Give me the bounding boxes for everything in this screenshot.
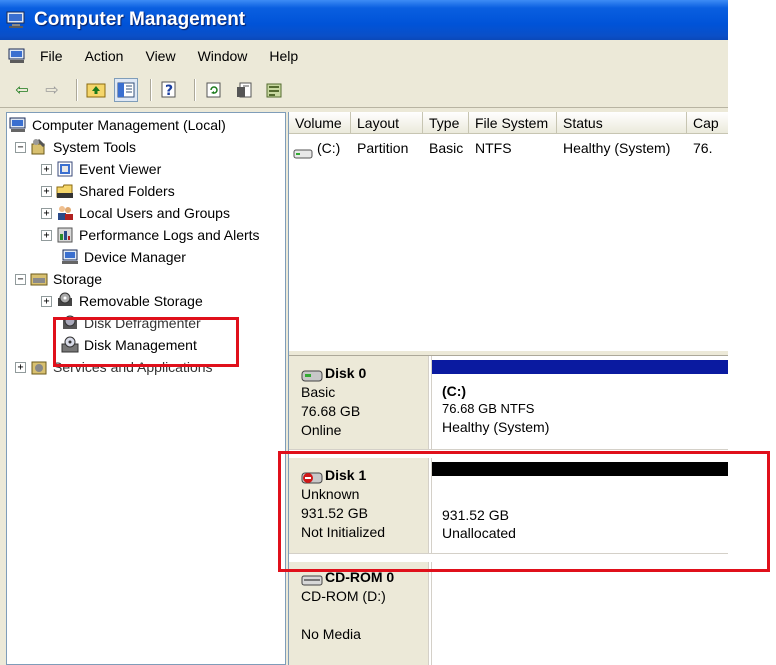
expand-icon[interactable]: + — [41, 207, 52, 219]
console-tree[interactable]: Computer Management (Local) − System Too… — [6, 112, 286, 665]
disk-row[interactable]: CD-ROM 0 CD-ROM (D:) No Media — [289, 562, 728, 665]
menu-bar: File Action View Window Help — [0, 43, 728, 69]
column-header-status[interactable]: Status — [557, 112, 687, 133]
tree-item-label: Removable Storage — [79, 293, 203, 309]
expand-icon[interactable]: + — [41, 229, 52, 241]
show-hide-tree-icon[interactable] — [114, 77, 138, 102]
system-tools-icon — [30, 138, 48, 156]
tree-item-computer-management[interactable]: Computer Management (Local) — [9, 114, 226, 136]
tree-item-label: Event Viewer — [79, 161, 162, 177]
volume-list-header: Volume Layout Type File System Status Ca… — [289, 112, 728, 134]
tree-item-label: Performance Logs and Alerts — [79, 227, 260, 243]
services-and-applications-icon — [30, 358, 48, 376]
tree-item-storage[interactable]: − Storage — [15, 268, 102, 290]
capacity-cell: 76. — [693, 140, 713, 156]
tree-item-label: Computer Management (Local) — [32, 117, 226, 133]
computer-icon — [9, 116, 27, 134]
forward-arrow-icon[interactable]: ⇨ — [40, 78, 64, 102]
primary-partition-bar — [432, 360, 728, 374]
cd-rom-icon — [301, 572, 323, 585]
disk-name: Disk 0 — [301, 364, 428, 383]
partition-c[interactable]: (C:) 76.68 GB NTFS Healthy (System) — [431, 356, 728, 449]
event-viewer-icon — [56, 160, 74, 178]
collapse-icon[interactable]: − — [15, 273, 26, 285]
volume-name: (C:) — [317, 140, 341, 156]
menu-action[interactable]: Action — [85, 48, 124, 64]
tree-item-label: System Tools — [53, 139, 136, 155]
export-list-icon[interactable] — [262, 78, 286, 102]
tree-item-label: Storage — [53, 271, 103, 287]
tree-item-event-viewer[interactable]: + Event Viewer — [41, 158, 161, 180]
removable-storage-icon — [56, 292, 74, 310]
disk-state: No Media — [301, 626, 361, 642]
collapse-icon[interactable]: − — [15, 141, 26, 153]
layout-cell: Partition — [357, 140, 409, 156]
title-bar[interactable]: Computer Management — [0, 0, 728, 40]
tree-item-label: Shared Folders — [79, 183, 175, 199]
column-header-file-system[interactable]: File System — [469, 112, 557, 133]
partition-size: 76.68 GB NTFS — [442, 401, 535, 416]
tree-item-system-tools[interactable]: − System Tools — [15, 136, 136, 158]
tree-item-shared-folders[interactable]: + Shared Folders — [41, 180, 175, 202]
column-header-capacity[interactable]: Cap — [687, 112, 728, 133]
storage-icon — [30, 270, 48, 288]
column-header-volume[interactable]: Volume — [289, 112, 351, 133]
system-menu-icon[interactable] — [8, 48, 26, 64]
properties-icon[interactable] — [232, 78, 256, 102]
disk-row[interactable]: Disk 0 Basic 76.68 GB Online (C:) 76.68 … — [289, 356, 728, 450]
volume-drive-icon — [293, 143, 313, 159]
shared-folders-icon — [56, 182, 74, 200]
column-header-layout[interactable]: Layout — [351, 112, 423, 133]
details-pane[interactable]: Volume Layout Type File System Status Ca… — [288, 112, 728, 665]
status-cell: Healthy (System) — [563, 140, 671, 156]
column-header-type[interactable]: Type — [423, 112, 469, 133]
users-icon — [56, 204, 74, 222]
disk-icon — [301, 368, 323, 381]
up-one-level-icon[interactable] — [84, 78, 108, 102]
refresh-icon[interactable] — [202, 78, 226, 102]
table-row[interactable]: (C:) Partition Basic NTFS Healthy (Syste… — [289, 137, 728, 159]
menu-file[interactable]: File — [40, 48, 63, 64]
expand-icon[interactable]: + — [41, 185, 52, 197]
tree-item-local-users-and-groups[interactable]: + Local Users and Groups — [41, 202, 230, 224]
menu-view[interactable]: View — [145, 48, 175, 64]
tree-item-device-manager[interactable]: Device Manager — [61, 246, 186, 268]
help-icon[interactable]: ? — [158, 78, 182, 102]
disk-type: Basic — [301, 384, 336, 400]
partition-label: (C:) — [442, 383, 467, 399]
highlight-disk-1 — [278, 451, 770, 572]
file-system-cell: NTFS — [475, 140, 512, 156]
toolbar-separator — [194, 78, 196, 101]
disk-size: 76.68 GB — [301, 403, 361, 419]
performance-logs-icon — [56, 226, 74, 244]
expand-icon[interactable]: + — [41, 295, 52, 307]
highlight-disk-management — [53, 317, 239, 367]
toolbar-separator — [150, 78, 152, 101]
tree-item-removable-storage[interactable]: + Removable Storage — [41, 290, 203, 312]
menu-help[interactable]: Help — [269, 48, 298, 64]
computer-management-icon — [6, 11, 26, 29]
tree-item-label: Device Manager — [84, 249, 186, 265]
type-cell: Basic — [429, 140, 464, 156]
toolbar-separator — [76, 78, 78, 101]
expand-icon[interactable]: + — [15, 361, 26, 373]
back-arrow-icon[interactable]: ⇦ — [10, 78, 34, 102]
disk-state: Online — [301, 422, 342, 438]
window-title: Computer Management — [34, 9, 246, 30]
disk-info[interactable]: Disk 0 Basic 76.68 GB Online — [289, 356, 429, 449]
svg-text:?: ? — [165, 83, 173, 99]
expand-icon[interactable]: + — [41, 163, 52, 175]
toolbar: ⇦ ⇨ ? — [0, 72, 728, 108]
tree-item-label: Local Users and Groups — [79, 205, 230, 221]
disk-info[interactable]: CD-ROM 0 CD-ROM (D:) No Media — [289, 562, 429, 665]
partition-status: Healthy (System) — [442, 419, 550, 435]
cd-rom-media-area[interactable] — [431, 562, 728, 665]
tree-item-performance-logs-and-alerts[interactable]: + Performance Logs and Alerts — [41, 224, 260, 246]
volume-cell: (C:) — [289, 137, 351, 159]
menu-window[interactable]: Window — [198, 48, 248, 64]
device-manager-icon — [61, 248, 79, 266]
disk-type: CD-ROM (D:) — [301, 588, 386, 604]
